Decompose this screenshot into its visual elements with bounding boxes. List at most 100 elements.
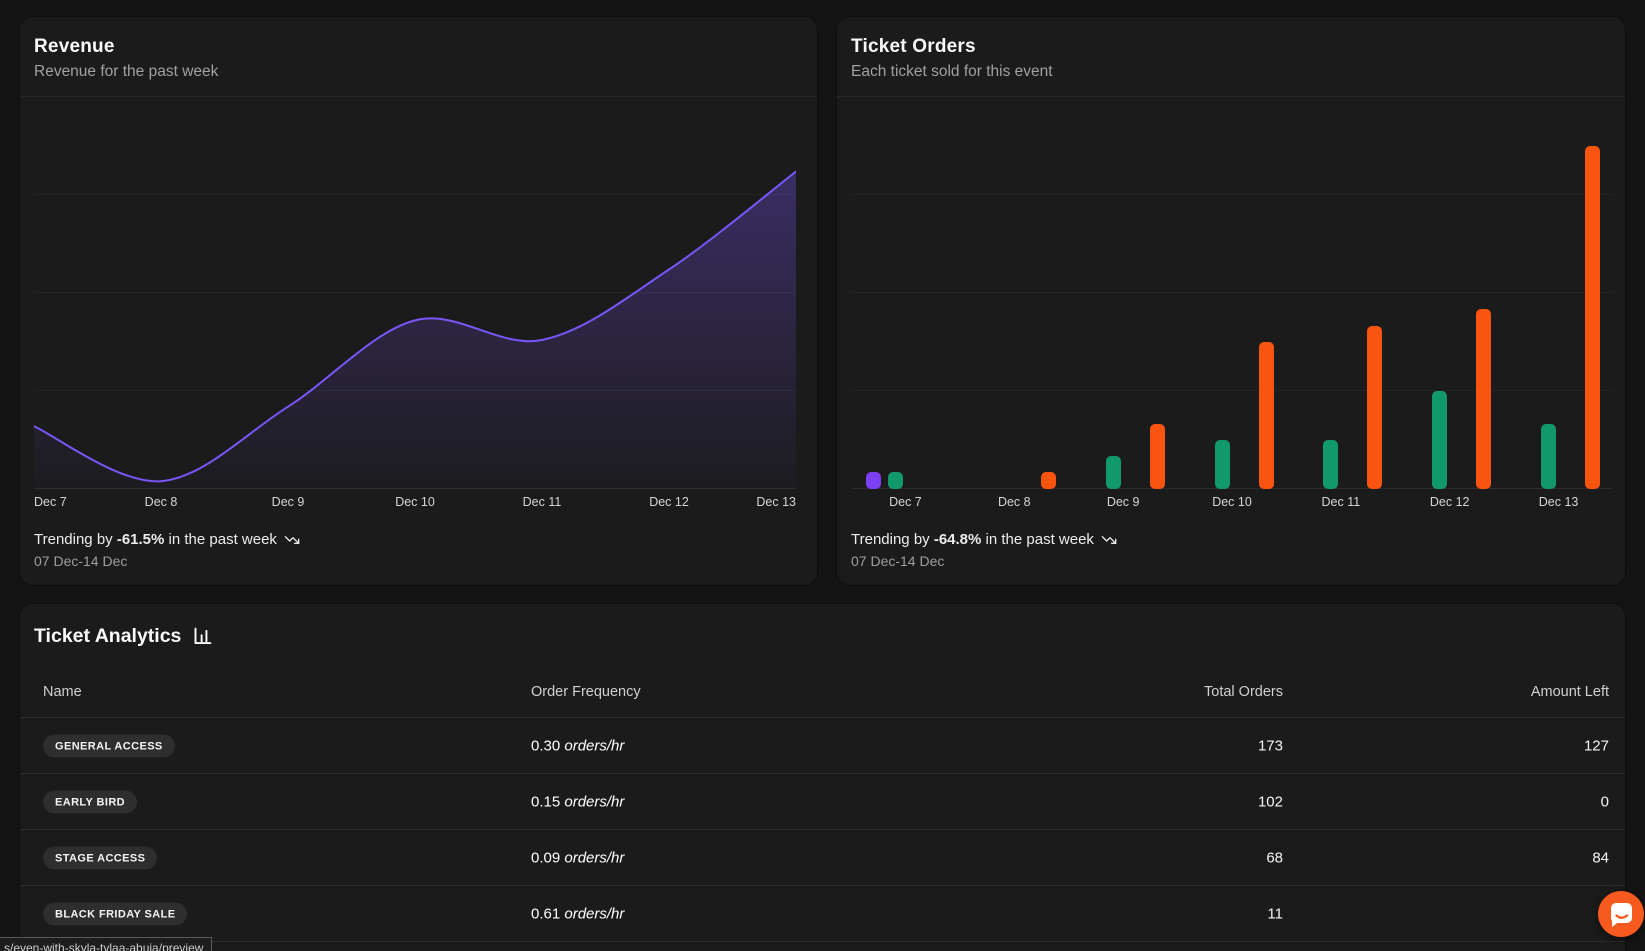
ticket-name-cell: EARLY BIRD <box>43 790 137 813</box>
frequency-value: 0.15 <box>531 793 560 810</box>
total-orders-cell: 173 <box>1020 737 1283 754</box>
column-header-amount-left: Amount Left <box>1409 684 1609 700</box>
total-orders-cell: 102 <box>1020 793 1283 810</box>
x-axis-label: Dec 11 <box>523 495 562 509</box>
bar-green-dec-11 <box>1323 440 1338 489</box>
frequency-unit: orders/hr <box>564 793 624 810</box>
ticket-badge: BLACK FRIDAY SALE <box>43 902 187 925</box>
trend-suffix: in the past week <box>981 531 1094 548</box>
ticket-orders-card-header: Ticket Orders Each ticket sold for this … <box>837 17 1625 97</box>
x-axis-label: Dec 10 <box>1212 495 1252 509</box>
gridline <box>851 390 1613 391</box>
ticket-orders-card: Ticket Orders Each ticket sold for this … <box>836 16 1626 586</box>
trending-down-icon <box>284 532 300 548</box>
ticket-orders-bar-chart <box>851 97 1613 489</box>
ticket-name-cell: GENERAL ACCESS <box>43 734 175 757</box>
bar-purple-dec-7 <box>866 472 881 489</box>
x-axis-label: Dec 9 <box>272 495 305 509</box>
revenue-area-svg <box>34 97 796 489</box>
column-header-name: Name <box>43 684 82 700</box>
bar-orange-dec-13 <box>1585 146 1600 489</box>
revenue-card-subtitle: Revenue for the past week <box>34 63 794 81</box>
column-header-total-orders: Total Orders <box>1020 684 1283 700</box>
gridline <box>851 194 1613 195</box>
x-axis-label: Dec 13 <box>756 495 796 509</box>
total-orders-cell: 11 <box>1020 905 1283 922</box>
bar-orange-dec-10 <box>1259 342 1274 489</box>
order-frequency-cell: 0.15 orders/hr <box>531 793 624 810</box>
order-frequency-cell: 0.09 orders/hr <box>531 849 624 866</box>
ticket-analytics-title: Ticket Analytics <box>34 625 181 648</box>
chat-launcher-button[interactable] <box>1598 891 1644 937</box>
ticket-analytics-header: Ticket Analytics <box>34 625 213 648</box>
bar-orange-dec-11 <box>1367 326 1382 489</box>
trend-prefix: Trending by <box>34 531 117 548</box>
gridline <box>851 292 1613 293</box>
frequency-unit: orders/hr <box>564 905 624 922</box>
frequency-unit: orders/hr <box>564 849 624 866</box>
x-axis-label: Dec 7 <box>34 495 67 509</box>
x-axis-label: Dec 12 <box>1430 495 1470 509</box>
ticket-orders-trend-text: Trending by -64.8% in the past week <box>851 531 1591 548</box>
gridline <box>34 292 796 293</box>
revenue-area-fill <box>34 172 796 490</box>
revenue-card: Revenue Revenue for the past week Dec 7D… <box>19 16 818 586</box>
revenue-date-range: 07 Dec-14 Dec <box>34 553 774 569</box>
x-axis-label: Dec 8 <box>145 495 178 509</box>
x-axis-label: Dec 10 <box>395 495 435 509</box>
table-row: BLACK FRIDAY SALE 0.61 orders/hr 11 <box>20 886 1625 942</box>
x-axis-label: Dec 7 <box>889 495 922 509</box>
ticket-badge: STAGE ACCESS <box>43 846 157 869</box>
revenue-area-chart <box>34 97 796 489</box>
ticket-orders-date-range: 07 Dec-14 Dec <box>851 553 1591 569</box>
ticket-badge: GENERAL ACCESS <box>43 734 175 757</box>
bar-green-dec-10 <box>1215 440 1230 489</box>
revenue-x-axis: Dec 7 Dec 8 Dec 9 Dec 10 Dec 11 Dec 12 Dec 13 <box>34 495 796 515</box>
chat-bubble-icon <box>1598 891 1644 937</box>
frequency-unit: orders/hr <box>564 737 624 754</box>
ticket-orders-card-subtitle: Each ticket sold for this event <box>851 63 1602 81</box>
amount-left-cell: 127 <box>1409 737 1609 754</box>
total-orders-cell: 68 <box>1020 849 1283 866</box>
bar-green-dec-12 <box>1432 391 1447 489</box>
revenue-card-footer: Trending by -61.5% in the past week 07 D… <box>34 531 774 569</box>
amount-left-cell: 0 <box>1409 793 1609 810</box>
x-axis-line <box>851 488 1613 489</box>
trend-suffix: in the past week <box>164 531 277 548</box>
trend-percent: -61.5% <box>117 531 165 548</box>
trend-percent: -64.8% <box>934 531 982 548</box>
ticket-badge: EARLY BIRD <box>43 790 137 813</box>
ticket-name-cell: BLACK FRIDAY SALE <box>43 902 187 925</box>
order-frequency-cell: 0.30 orders/hr <box>531 737 624 754</box>
table-header-row: Name Order Frequency Total Orders Amount… <box>20 668 1625 718</box>
gridline <box>34 194 796 195</box>
ticket-analytics-card: Ticket Analytics Name Order Frequency To… <box>19 603 1626 951</box>
trending-down-icon <box>1101 532 1117 548</box>
table-body: GENERAL ACCESS 0.30 orders/hr 173 127 EA… <box>20 718 1625 942</box>
bar-orange-dec-12 <box>1476 309 1491 489</box>
table-row: STAGE ACCESS 0.09 orders/hr 68 84 <box>20 830 1625 886</box>
dashboard-page: Revenue Revenue for the past week Dec 7D… <box>0 0 1645 951</box>
x-axis-label: Dec 11 <box>1322 495 1361 509</box>
order-frequency-cell: 0.61 orders/hr <box>531 905 624 922</box>
x-axis-label: Dec 12 <box>649 495 689 509</box>
amount-left-cell: 84 <box>1409 849 1609 866</box>
x-axis-label: Dec 9 <box>1107 495 1140 509</box>
ticket-orders-x-axis: Dec 7 Dec 8 Dec 9 Dec 10 Dec 11 Dec 12 Dec 13 <box>851 495 1613 515</box>
revenue-card-title: Revenue <box>34 36 794 58</box>
bar-orange-dec-8 <box>1041 472 1056 489</box>
ticket-orders-card-footer: Trending by -64.8% in the past week 07 D… <box>851 531 1591 569</box>
table-row: GENERAL ACCESS 0.30 orders/hr 173 127 <box>20 718 1625 774</box>
frequency-value: 0.61 <box>531 905 560 922</box>
bar-orange-dec-9 <box>1150 424 1165 489</box>
revenue-trend-text: Trending by -61.5% in the past week <box>34 531 774 548</box>
trend-prefix: Trending by <box>851 531 934 548</box>
revenue-card-header: Revenue Revenue for the past week <box>20 17 817 97</box>
bar-chart-icon <box>192 626 213 647</box>
x-axis-label: Dec 8 <box>998 495 1031 509</box>
bar-green-dec-9 <box>1106 456 1121 489</box>
link-preview-url: s/even-with-skyla-tylaa-abuja/preview <box>4 941 203 951</box>
bar-green-dec-13 <box>1541 424 1556 489</box>
table-row: EARLY BIRD 0.15 orders/hr 102 0 <box>20 774 1625 830</box>
x-axis-label: Dec 13 <box>1539 495 1579 509</box>
